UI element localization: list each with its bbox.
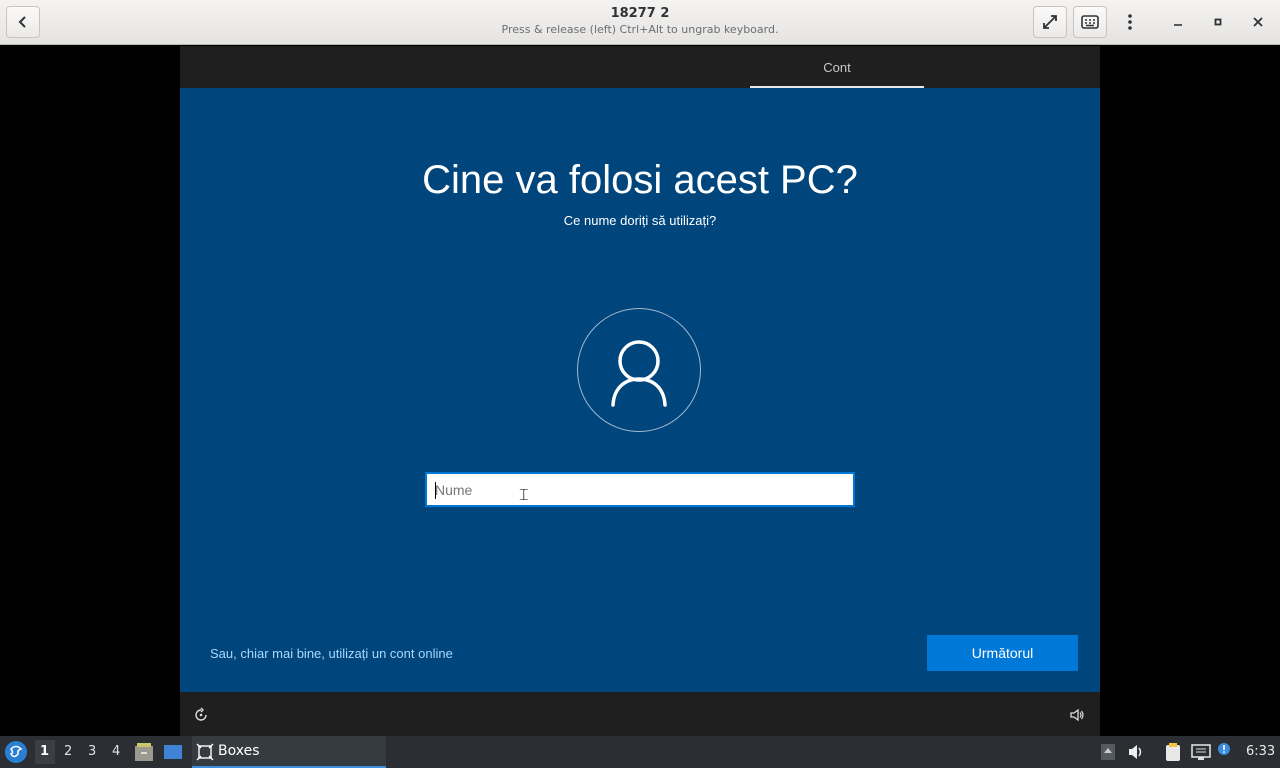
fullscreen-icon xyxy=(1043,15,1057,29)
close-icon xyxy=(1253,17,1263,27)
page-subtitle: Ce nume doriți să utilizați? xyxy=(563,213,717,228)
workspace-4[interactable]: 4 xyxy=(112,744,120,759)
window-subtitle: Press & release (left) Ctrl+Alt to ungra… xyxy=(501,23,779,36)
vm-display[interactable]: Cont Cine va folosi acest PC? Ce nume do… xyxy=(180,46,1100,736)
tray-eject-icon xyxy=(1101,744,1115,760)
next-button[interactable]: Următorul xyxy=(927,635,1078,671)
close-button[interactable] xyxy=(1246,10,1270,34)
workspace-1[interactable]: 1 xyxy=(40,744,49,759)
clock: 6:33 xyxy=(1246,744,1276,759)
online-account-link[interactable]: Sau, chiar mai bine, utilizați un cont o… xyxy=(210,646,453,661)
boxes-icon xyxy=(196,743,214,761)
file-cabinet-icon xyxy=(135,743,153,761)
back-button[interactable] xyxy=(6,6,40,38)
workspace-3[interactable]: 3 xyxy=(88,744,96,759)
setup-top-bar: Cont xyxy=(180,46,1100,88)
tray-volume[interactable] xyxy=(1127,744,1145,764)
start-logo-icon xyxy=(9,745,23,758)
network-icon xyxy=(1191,744,1211,760)
keyboard-button[interactable] xyxy=(1073,6,1107,38)
keyboard-icon xyxy=(1081,15,1099,29)
volume-icon xyxy=(1129,745,1142,759)
start-menu-button[interactable] xyxy=(5,741,27,763)
name-input[interactable] xyxy=(425,472,855,507)
maximize-button[interactable] xyxy=(1206,10,1230,34)
clipboard-icon xyxy=(1166,743,1180,761)
user-icon xyxy=(611,340,667,407)
tray-notes[interactable] xyxy=(1100,743,1116,765)
ibeam-cursor-icon: ⌶ xyxy=(519,485,529,504)
minimize-button[interactable] xyxy=(1166,10,1190,34)
ease-of-access-icon xyxy=(195,707,207,721)
tray-notification[interactable] xyxy=(1217,741,1231,760)
back-icon xyxy=(18,16,26,28)
window-title: 18277 2 xyxy=(610,6,670,21)
taskbar-item-label: Boxes xyxy=(218,743,260,759)
workspace-2[interactable]: 2 xyxy=(64,744,72,759)
fullscreen-button[interactable] xyxy=(1033,6,1067,38)
file-manager-launcher[interactable] xyxy=(134,742,154,766)
text-caret xyxy=(435,482,436,499)
minimize-icon xyxy=(1174,24,1182,26)
kebab-menu-icon xyxy=(1128,14,1132,30)
tray-network[interactable] xyxy=(1191,743,1211,765)
volume-icon xyxy=(1070,708,1084,722)
info-notification-icon xyxy=(1218,743,1230,755)
window-header-bar: 18277 2 Press & release (left) Ctrl+Alt … xyxy=(0,0,1280,45)
accessibility-button[interactable] xyxy=(193,707,209,723)
taskbar: 1 2 3 4 Boxes 6:33 xyxy=(0,736,1280,768)
avatar xyxy=(577,308,701,432)
page-title: Cine va folosi acest PC? xyxy=(422,158,858,202)
desktop-launcher[interactable] xyxy=(163,743,183,765)
menu-button[interactable] xyxy=(1113,6,1147,38)
desktop-icon xyxy=(164,745,182,759)
taskbar-item-boxes[interactable]: Boxes xyxy=(192,736,386,768)
maximize-icon xyxy=(1214,18,1222,26)
tab-underline xyxy=(750,86,924,88)
setup-bottom-bar xyxy=(180,692,1100,736)
volume-button[interactable] xyxy=(1069,707,1085,723)
tray-clipboard[interactable] xyxy=(1163,742,1183,766)
tab-account: Cont xyxy=(823,60,851,75)
